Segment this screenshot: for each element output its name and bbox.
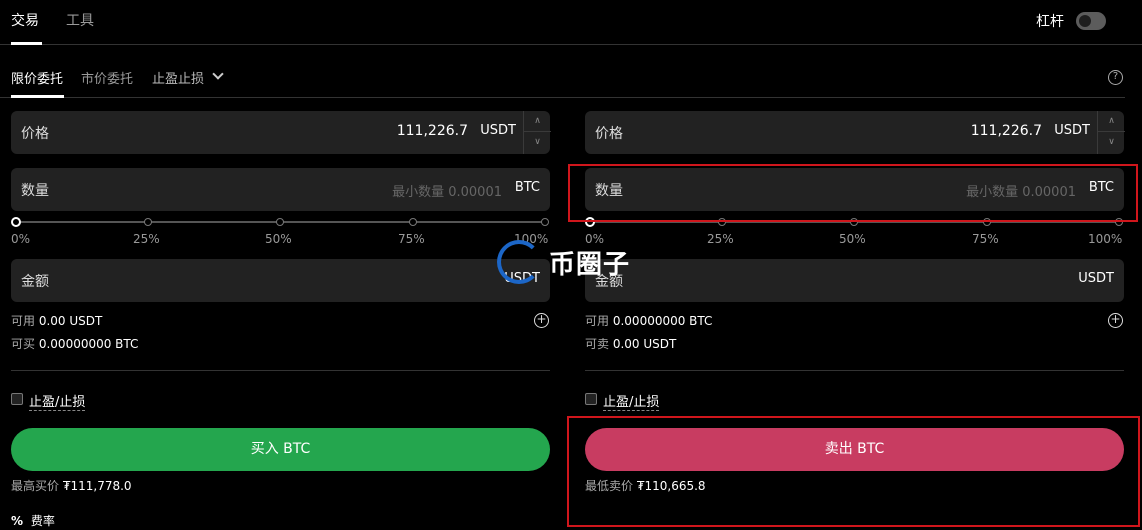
amount-unit: USDT [1078, 271, 1114, 286]
fee-rate-row[interactable]: % 费率 [11, 512, 55, 529]
increment-button[interactable]: ∧ [1098, 111, 1125, 132]
available-label: 可用 [585, 314, 610, 328]
slider-label-75: 75% [972, 232, 999, 246]
slider-stop-25[interactable] [144, 218, 152, 226]
price-value: 111,226.7 [970, 123, 1042, 139]
can-sell-value: 0.00 USDT [612, 337, 677, 351]
amount-label: 金额 [21, 274, 49, 290]
slider-label-25: 25% [707, 232, 734, 246]
best-bid-label: 最高买价 [11, 479, 60, 493]
divider [11, 370, 550, 371]
slider-label-100: 100% [1088, 232, 1123, 246]
available-value: 0.00 USDT [38, 314, 103, 328]
percent-icon: % [11, 514, 24, 528]
slider-label-75: 75% [398, 232, 425, 246]
fee-rate-label: 费率 [30, 514, 55, 528]
plus-circle-icon[interactable]: + [534, 313, 549, 328]
slider-stop-50[interactable] [276, 218, 284, 226]
plus-circle-icon[interactable]: + [1108, 313, 1123, 328]
slider-label-50: 50% [839, 232, 866, 246]
price-label: 价格 [21, 126, 49, 142]
best-bid: 最高买价 ₮111,778.0 [11, 477, 132, 494]
sell-amount-field[interactable]: 金额 USDT [585, 259, 1124, 302]
tp-sl-label[interactable]: 止盈/止损 [603, 391, 660, 411]
buy-price-field[interactable]: 价格 111,226.7 USDT ∧ ∨ [11, 111, 551, 154]
decrement-button[interactable]: ∨ [1098, 132, 1125, 153]
watermark-text: 币圈子 [549, 250, 631, 280]
price-stepper: ∧ ∨ [523, 111, 551, 154]
buy-button[interactable]: 买入 BTC [11, 428, 550, 471]
best-bid-value: ₮111,778.0 [62, 479, 132, 493]
tp-sl-checkbox[interactable] [11, 393, 23, 405]
price-unit: USDT [1054, 123, 1090, 138]
available-balance: 可用 0.00 USDT [11, 312, 102, 329]
quantity-label: 数量 [21, 183, 49, 199]
watermark-ring-icon [497, 240, 541, 284]
sell-price-field[interactable]: 价格 111,226.7 USDT ∧ ∨ [585, 111, 1125, 154]
highlight-box-sell [567, 416, 1140, 527]
can-buy-label: 可买 [11, 337, 36, 351]
can-sell-label: 可卖 [585, 337, 610, 351]
slider-stop-100[interactable] [541, 218, 549, 226]
decrement-button[interactable]: ∨ [524, 132, 551, 153]
can-sell-amount: 可卖 0.00 USDT [585, 335, 676, 352]
divider [585, 370, 1124, 371]
price-stepper: ∧ ∨ [1097, 111, 1125, 154]
can-buy-amount: 可买 0.00000000 BTC [11, 335, 138, 352]
quantity-unit: BTC [514, 180, 540, 195]
can-buy-value: 0.00000000 BTC [38, 337, 139, 351]
available-value: 0.00000000 BTC [612, 314, 713, 328]
quantity-placeholder: 最小数量 0.00001 [392, 185, 502, 200]
slider-label-50: 50% [265, 232, 292, 246]
buy-percent-slider[interactable] [11, 217, 549, 229]
tp-sl-checkbox[interactable] [585, 393, 597, 405]
buy-panel: 价格 111,226.7 USDT ∧ ∨ 数量 最小数量 0.00001 BT… [11, 0, 551, 530]
price-unit: USDT [480, 123, 516, 138]
buy-quantity-field[interactable]: 数量 最小数量 0.00001 BTC [11, 168, 550, 211]
increment-button[interactable]: ∧ [524, 111, 551, 132]
slider-label-0: 0% [11, 232, 31, 246]
price-label: 价格 [595, 126, 623, 142]
slider-label-25: 25% [133, 232, 160, 246]
available-balance: 可用 0.00000000 BTC [585, 312, 712, 329]
slider-handle[interactable] [11, 217, 21, 227]
highlight-box-quantity [568, 164, 1138, 222]
buy-amount-field[interactable]: 金额 USDT [11, 259, 550, 302]
price-value: 111,226.7 [396, 123, 468, 139]
watermark-logo: 币圈子 [497, 240, 647, 284]
available-label: 可用 [11, 314, 36, 328]
slider-stop-75[interactable] [409, 218, 417, 226]
tp-sl-label[interactable]: 止盈/止损 [29, 391, 86, 411]
